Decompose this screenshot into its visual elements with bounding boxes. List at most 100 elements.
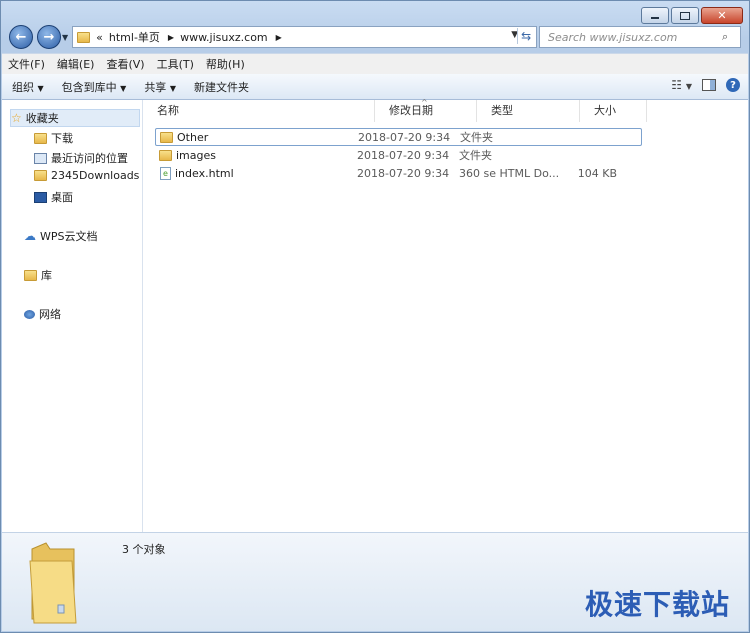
- navigation-pane: ☆ 收藏夹 下载 最近访问的位置 2345Downloads 桌面 ☁ WPS云…: [2, 100, 143, 532]
- library-icon: [24, 269, 37, 281]
- file-name: Other: [177, 130, 209, 144]
- preview-pane-icon[interactable]: [702, 79, 716, 91]
- sidebar-label: 网络: [39, 308, 61, 321]
- sort-arrow-icon: ^: [421, 98, 428, 107]
- file-name-cell: e index.html: [155, 166, 357, 180]
- caption-buttons: ✕: [641, 7, 743, 24]
- organize-button[interactable]: 组织 ▼: [4, 79, 52, 95]
- organize-label: 组织: [12, 80, 34, 94]
- menu-view[interactable]: 查看(V): [100, 56, 150, 72]
- desktop-icon: [34, 191, 47, 203]
- minimize-button[interactable]: [641, 7, 669, 24]
- sidebar-item-wps-cloud[interactable]: ☁ WPS云文档: [24, 228, 98, 244]
- sidebar-label: 收藏夹: [25, 112, 59, 125]
- chevron-down-icon: ▼: [685, 82, 692, 91]
- help-icon[interactable]: ?: [726, 78, 740, 92]
- chevron-down-icon: ▼: [169, 83, 176, 93]
- forward-button[interactable]: →: [37, 25, 61, 49]
- share-label: 共享: [144, 80, 167, 94]
- file-row-other[interactable]: Other 2018-07-20 9:34 文件夹: [155, 128, 642, 146]
- folder-icon: [160, 131, 173, 143]
- menu-tools[interactable]: 工具(T): [151, 56, 200, 72]
- breadcrumb-overflow[interactable]: «: [96, 31, 103, 44]
- menu-bar: 文件(F) 编辑(E) 查看(V) 工具(T) 帮助(H): [2, 53, 748, 74]
- file-name: images: [176, 148, 216, 162]
- site-watermark: 极速下载站: [584, 588, 730, 621]
- close-button[interactable]: ✕: [701, 7, 743, 24]
- breadcrumb-site[interactable]: www.jisuxz.com: [180, 31, 268, 44]
- sidebar-label: 2345Downloads: [51, 169, 140, 182]
- file-date: 2018-07-20 9:34: [358, 130, 451, 144]
- column-size[interactable]: 大小: [580, 100, 647, 122]
- file-type: 360 se HTML Do...: [459, 166, 560, 180]
- back-button[interactable]: ←: [9, 25, 33, 49]
- column-date-modified[interactable]: ^ 修改日期: [375, 98, 477, 122]
- sidebar-label: 下载: [51, 132, 73, 145]
- chevron-down-icon: ▼: [120, 83, 127, 93]
- recent-places-icon: [34, 152, 47, 164]
- navigation-bar: ← → ▼ « html-单页 ▶ www.jisuxz.com ▶ ▼ ⇆ S…: [9, 25, 741, 49]
- sidebar-item-libraries[interactable]: 库: [24, 267, 52, 283]
- chevron-down-icon: ▼: [37, 83, 44, 93]
- folder-icon: [159, 149, 172, 161]
- folder-icon: [34, 170, 47, 181]
- file-type: 文件夹: [459, 149, 492, 162]
- sidebar-label: WPS云文档: [40, 230, 98, 243]
- view-options-icon[interactable]: ☷ ▼: [671, 78, 692, 92]
- explorer-window: ✕ ← → ▼ « html-单页 ▶ www.jisuxz.com ▶ ▼ ⇆…: [0, 0, 750, 633]
- forward-arrow-icon: →: [43, 29, 55, 45]
- star-icon: ☆: [11, 111, 22, 125]
- include-in-library-button[interactable]: 包含到库中 ▼: [54, 79, 135, 95]
- refresh-icon[interactable]: ⇆: [517, 28, 534, 44]
- file-date: 2018-07-20 9:34: [357, 166, 450, 180]
- minimize-icon: [651, 17, 659, 19]
- sidebar-label: 桌面: [51, 191, 73, 204]
- file-row-images[interactable]: images 2018-07-20 9:34 文件夹: [155, 146, 617, 164]
- column-name[interactable]: 名称: [143, 100, 375, 122]
- share-button[interactable]: 共享 ▼: [136, 79, 184, 95]
- search-icon[interactable]: ⌕: [722, 30, 736, 44]
- chevron-right-icon[interactable]: ▶: [168, 33, 174, 42]
- html-file-icon: e: [160, 166, 171, 180]
- close-icon: ✕: [717, 9, 727, 22]
- breadcrumb-html[interactable]: html-单页: [109, 29, 160, 45]
- network-icon: [24, 309, 35, 319]
- search-box[interactable]: Search www.jisuxz.com ⌕: [539, 26, 741, 48]
- file-date: 2018-07-20 9:34: [357, 148, 450, 162]
- back-arrow-icon: ←: [15, 29, 27, 45]
- sidebar-item-2345downloads[interactable]: 2345Downloads: [34, 169, 139, 182]
- maximize-icon: [680, 11, 690, 20]
- cloud-icon: ☁: [24, 229, 36, 243]
- sidebar-item-network[interactable]: 网络: [24, 306, 61, 322]
- column-type[interactable]: 类型: [477, 100, 580, 122]
- file-size: 104 KB: [577, 166, 617, 180]
- menu-edit[interactable]: 编辑(E): [51, 56, 101, 72]
- new-folder-button[interactable]: 新建文件夹: [186, 79, 257, 95]
- file-list-pane: 名称 ^ 修改日期 类型 大小 Other 2018-07-20 9:34 文件…: [143, 98, 748, 532]
- command-bar: 组织 ▼ 包含到库中 ▼ 共享 ▼ 新建文件夹 ☷ ▼ ?: [2, 74, 748, 100]
- column-headers: 名称 ^ 修改日期 类型 大小: [143, 98, 748, 123]
- content-area: ☆ 收藏夹 下载 最近访问的位置 2345Downloads 桌面 ☁ WPS云…: [2, 98, 748, 532]
- item-count: 3 个对象: [122, 543, 166, 556]
- sidebar-item-downloads[interactable]: 下载: [34, 130, 73, 146]
- menu-file[interactable]: 文件(F): [2, 56, 51, 72]
- sidebar-item-favorites[interactable]: ☆ 收藏夹: [10, 109, 140, 127]
- file-type: 文件夹: [460, 131, 493, 144]
- search-input[interactable]: Search www.jisuxz.com: [548, 31, 722, 44]
- sidebar-item-desktop[interactable]: 桌面: [34, 189, 73, 205]
- address-bar[interactable]: « html-单页 ▶ www.jisuxz.com ▶ ▼ ⇆: [72, 26, 538, 48]
- file-name-cell: Other: [156, 131, 358, 144]
- file-name-cell: images: [155, 149, 357, 162]
- history-dropdown-icon[interactable]: ▼: [62, 33, 68, 42]
- include-label: 包含到库中: [61, 80, 117, 94]
- file-name: index.html: [175, 166, 234, 180]
- sidebar-item-recent[interactable]: 最近访问的位置: [34, 150, 128, 166]
- sidebar-label: 最近访问的位置: [51, 152, 128, 165]
- maximize-button[interactable]: [671, 7, 699, 24]
- file-row-index-html[interactable]: e index.html 2018-07-20 9:34 360 se HTML …: [155, 164, 617, 182]
- toolbar-right: ☷ ▼ ?: [671, 78, 740, 92]
- downloads-folder-icon: [34, 132, 47, 144]
- menu-help[interactable]: 帮助(H): [200, 56, 251, 72]
- chevron-right-icon[interactable]: ▶: [276, 33, 282, 42]
- details-pane: 3 个对象 极速下载站: [2, 532, 748, 631]
